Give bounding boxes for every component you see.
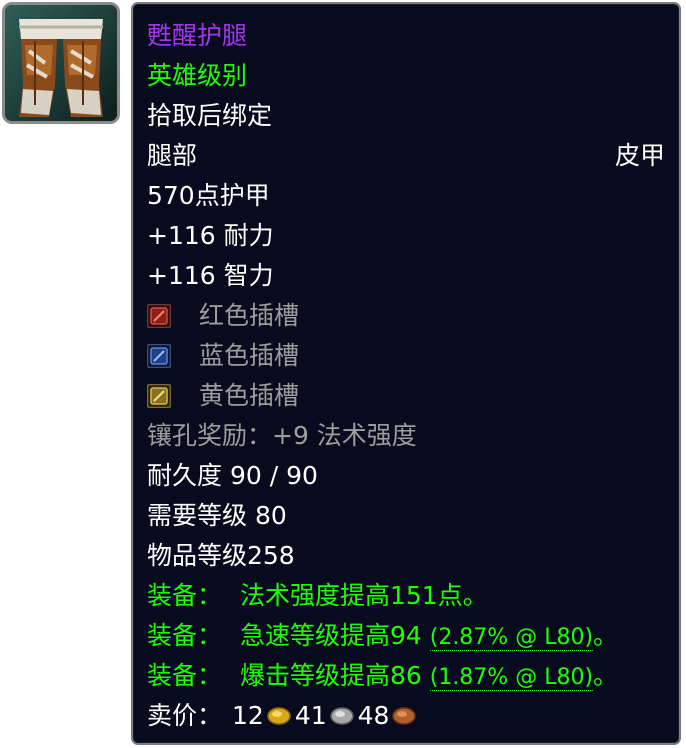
equip-effect-haste: 装备： 急速等级提高94 (2.87% @ L80)。: [147, 621, 618, 653]
yellow-socket-icon: [147, 384, 171, 408]
crit-rating-tooltip[interactable]: (1.87% @ L80): [429, 665, 594, 691]
equip-prefix: 装备：: [147, 621, 223, 650]
socket-blue-label: 蓝色插槽: [199, 341, 300, 370]
stat-stamina: +116 耐力: [147, 221, 274, 250]
item-level: 物品等级258: [147, 541, 295, 570]
red-socket-icon: [147, 304, 171, 328]
sell-price-label: 卖价：: [147, 701, 223, 730]
equip-text: 爆击等级提高86: [239, 661, 422, 690]
socket-yellow: 黄色插槽: [147, 381, 299, 411]
leggings-icon: [5, 5, 117, 121]
item-durability: 耐久度 90 / 90: [147, 461, 318, 490]
equip-prefix: 装备：: [147, 581, 223, 610]
socket-red-label: 红色插槽: [199, 301, 300, 330]
gold-amount: 12: [232, 701, 264, 730]
item-slot: 腿部: [147, 141, 198, 170]
copper-coin-icon: [392, 707, 417, 725]
equip-prefix: 装备：: [147, 661, 223, 690]
equip-text: 法术强度提高151点。: [239, 581, 488, 610]
stat-intellect: +116 智力: [147, 261, 274, 290]
item-quality: 英雄级别: [147, 61, 248, 90]
equip-effect-crit: 装备： 爆击等级提高86 (1.87% @ L80)。: [147, 661, 618, 693]
silver-amount: 41: [294, 701, 327, 730]
item-armor: 570点护甲: [147, 181, 270, 210]
socket-red: 红色插槽: [147, 301, 299, 331]
copper-amount: 48: [357, 701, 390, 730]
equip-effect-spell-power: 装备： 法术强度提高151点。: [147, 581, 488, 611]
item-binding: 拾取后绑定: [147, 101, 273, 130]
haste-rating-tooltip[interactable]: (2.87% @ L80): [429, 625, 594, 651]
sell-price: 卖价： 12 41 48: [147, 701, 420, 731]
equip-suffix: 。: [593, 661, 619, 690]
socket-bonus: 镶孔奖励：+9 法术强度: [147, 421, 417, 450]
silver-coin-icon: [329, 707, 354, 725]
equip-suffix: 。: [593, 621, 619, 650]
item-tooltip: 甦醒护腿 英雄级别 拾取后绑定 腿部 皮甲 570点护甲 +116 耐力 +11…: [131, 2, 681, 745]
socket-yellow-label: 黄色插槽: [199, 381, 300, 410]
item-icon[interactable]: [2, 2, 120, 124]
item-required-level: 需要等级 80: [147, 501, 287, 530]
gold-coin-icon: [267, 707, 291, 725]
equip-text: 急速等级提高94: [239, 621, 422, 650]
socket-blue: 蓝色插槽: [147, 341, 299, 371]
item-armor-type: 皮甲: [614, 141, 665, 170]
blue-socket-icon: [147, 344, 171, 368]
item-name: 甦醒护腿: [147, 21, 248, 50]
